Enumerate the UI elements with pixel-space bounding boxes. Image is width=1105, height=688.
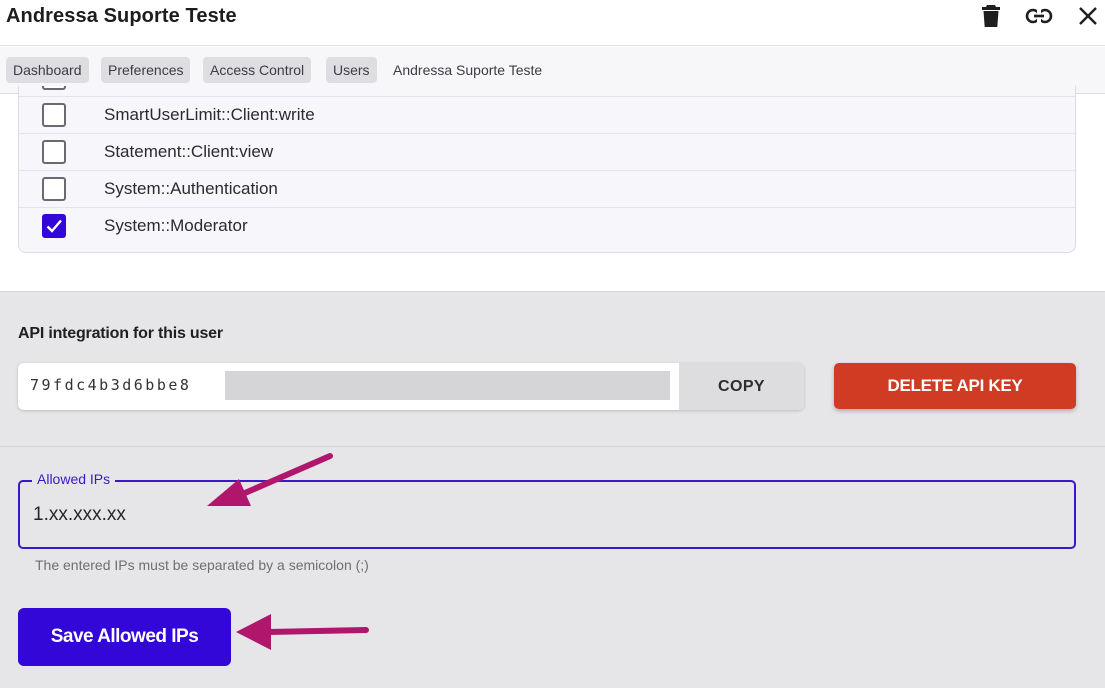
close-icon[interactable] xyxy=(1074,2,1102,30)
permission-label: Statement::Client:view xyxy=(104,142,274,161)
api-section-title: API integration for this user xyxy=(18,325,223,342)
permission-checkbox[interactable] xyxy=(42,103,66,127)
user-detail-page: Andressa Suporte Teste Dashboard Prefere… xyxy=(0,0,1105,688)
allowed-ips-field: Allowed IPs xyxy=(18,471,1076,549)
api-integration-section: API integration for this user 79fdc4b3d6… xyxy=(0,291,1105,447)
permission-row: System::Authentication xyxy=(19,170,1075,207)
breadcrumb-current: Andressa Suporte Teste xyxy=(393,62,543,78)
allowed-ips-legend: Allowed IPs xyxy=(32,471,116,487)
allowed-ips-helper-text: The entered IPs must be separated by a s… xyxy=(35,557,369,573)
permissions-list: SmartUserLimit::Client:write Statement::… xyxy=(18,86,1076,253)
permission-row: Statement::Client:view xyxy=(19,133,1075,170)
permission-checkbox-partial[interactable] xyxy=(42,86,66,90)
breadcrumb-item-preferences[interactable]: Preferences xyxy=(101,57,191,83)
permission-checkbox-checked[interactable] xyxy=(42,214,66,238)
breadcrumb-item-access-control[interactable]: Access Control xyxy=(203,57,312,83)
save-allowed-ips-button[interactable]: Save Allowed IPs xyxy=(18,608,231,666)
link-icon[interactable] xyxy=(1025,2,1053,30)
allowed-ips-input[interactable] xyxy=(33,502,933,528)
permission-label: System::Moderator xyxy=(104,216,248,235)
permission-row: SmartUserLimit::Client:write xyxy=(19,96,1075,133)
permission-label: System::Authentication xyxy=(104,179,278,198)
permission-label: SmartUserLimit::Client:write xyxy=(104,105,315,124)
delete-api-key-button[interactable]: DELETE API KEY xyxy=(834,363,1076,409)
api-key-redaction xyxy=(225,371,670,400)
breadcrumb-item-dashboard[interactable]: Dashboard xyxy=(6,57,89,83)
page-title: Andressa Suporte Teste xyxy=(6,5,237,27)
page-header: Andressa Suporte Teste xyxy=(0,0,1105,46)
api-key-field: 79fdc4b3d6bbe8 COPY xyxy=(18,363,804,410)
allowed-ips-section: Allowed IPs The entered IPs must be sepa… xyxy=(0,447,1105,688)
api-key-value: 79fdc4b3d6bbe8 xyxy=(30,376,192,394)
permission-checkbox[interactable] xyxy=(42,140,66,164)
permission-checkbox[interactable] xyxy=(42,177,66,201)
permissions-panel: SmartUserLimit::Client:write Statement::… xyxy=(0,86,1105,291)
permission-row: System::Moderator xyxy=(19,207,1075,244)
checkmark-icon xyxy=(46,219,62,233)
breadcrumb-item-users[interactable]: Users xyxy=(326,57,377,83)
copy-button[interactable]: COPY xyxy=(679,363,804,410)
trash-icon[interactable] xyxy=(977,2,1005,30)
